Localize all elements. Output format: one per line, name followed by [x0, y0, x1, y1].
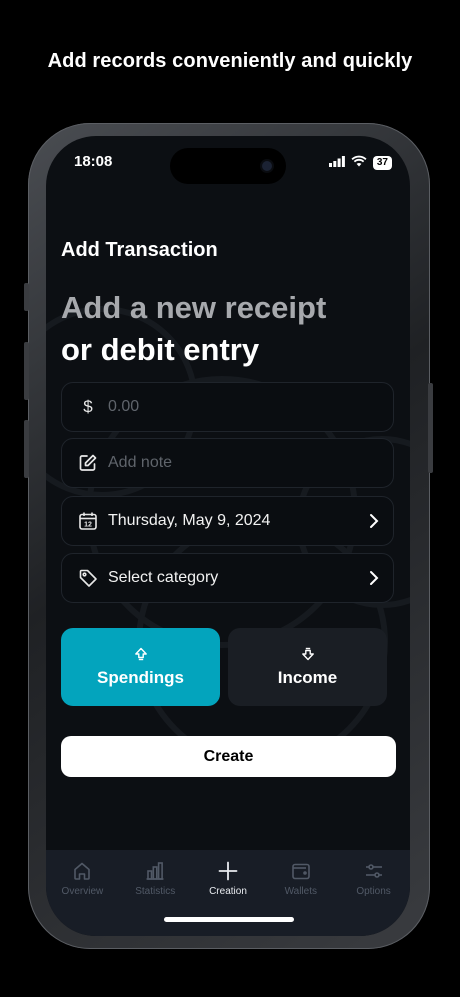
status-icons: 37: [328, 154, 392, 172]
app-screen: 18:08 37 Add Transaction Add a new recei…: [46, 136, 410, 936]
edit-icon: [76, 451, 100, 475]
status-time: 18:08: [74, 153, 113, 170]
create-button[interactable]: Create: [61, 736, 396, 777]
page-headline: Add a new receipt or debit entry: [61, 287, 326, 371]
plus-icon: [218, 860, 238, 882]
signal-icon: [328, 154, 345, 172]
date-value: Thursday, May 9, 2024: [108, 512, 271, 529]
income-label: Income: [277, 667, 338, 687]
tab-bar: Overview Statistics Creation Wallets Opt…: [46, 850, 410, 936]
chevron-right-icon: [369, 513, 379, 529]
battery-indicator: 37: [372, 156, 392, 170]
tab-statistics[interactable]: Statistics: [119, 850, 192, 936]
tab-options[interactable]: Options: [337, 850, 410, 936]
amount-field[interactable]: $ 0.00: [61, 382, 394, 432]
tab-label: Wallets: [284, 886, 317, 897]
wifi-icon: [351, 154, 367, 172]
arrow-up-icon: [134, 647, 148, 661]
phone-power-button: [428, 383, 433, 473]
sliders-icon: [364, 860, 384, 882]
calendar-day: 12: [84, 522, 92, 529]
tab-label: Statistics: [135, 886, 176, 897]
tab-overview[interactable]: Overview: [46, 850, 119, 936]
headline-line-1: Add a new receipt: [61, 290, 327, 325]
phone-volume-up: [24, 342, 29, 400]
tab-creation[interactable]: Creation: [192, 850, 265, 936]
tab-label: Creation: [209, 886, 247, 897]
income-toggle-button[interactable]: Income: [228, 628, 387, 706]
home-icon: [72, 860, 92, 882]
category-picker[interactable]: Select category: [61, 553, 394, 603]
tag-icon: [76, 566, 100, 590]
calendar-icon: 12: [76, 509, 100, 533]
amount-placeholder: 0.00: [108, 398, 140, 415]
currency-symbol: $: [83, 397, 93, 416]
note-field[interactable]: Add note: [61, 438, 394, 488]
tab-wallets[interactable]: Wallets: [264, 850, 337, 936]
spendings-label: Spendings: [97, 667, 184, 687]
arrow-down-icon: [301, 647, 315, 661]
tab-label: Overview: [61, 886, 104, 897]
promo-title: Add records conveniently and quickly: [47, 50, 413, 72]
wallet-icon: [291, 860, 311, 882]
date-picker[interactable]: 12 Thursday, May 9, 2024: [61, 496, 394, 546]
page-title: Add Transaction: [61, 239, 218, 261]
tab-label: Options: [356, 886, 391, 897]
phone-volume-down: [24, 420, 29, 478]
camera-icon: [262, 161, 272, 171]
category-value: Select category: [108, 569, 219, 586]
headline-line-2: or debit entry: [61, 332, 260, 367]
phone-action-button: [24, 283, 29, 311]
home-indicator[interactable]: [164, 917, 294, 922]
chevron-right-icon: [369, 570, 379, 586]
dynamic-island: [170, 148, 286, 184]
bar-chart-icon: [145, 860, 165, 882]
note-placeholder: Add note: [108, 454, 173, 471]
spendings-toggle-button[interactable]: Spendings: [61, 628, 220, 706]
